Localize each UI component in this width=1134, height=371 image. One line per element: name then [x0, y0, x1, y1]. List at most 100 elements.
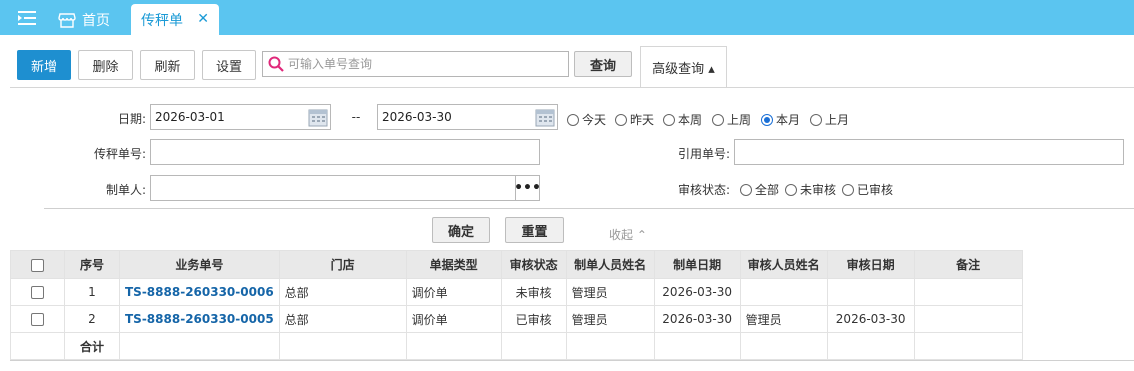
doc-type-cell: 调价单	[405, 305, 502, 333]
date-preset-label: 今天	[582, 113, 607, 127]
date-preset-label: 本月	[776, 113, 801, 127]
reset-button[interactable]: 重置	[505, 217, 564, 243]
search-input[interactable]	[288, 57, 558, 71]
delete-button[interactable]: 删除	[78, 50, 133, 80]
date-preset-this-week[interactable]: 本周	[663, 111, 702, 128]
date-label: 日期:	[117, 112, 146, 126]
menu-toggle-icon[interactable]	[18, 10, 38, 26]
column-header[interactable]: 审核人员姓名	[739, 250, 828, 279]
radio-circle	[761, 113, 773, 126]
total-empty-cell	[119, 332, 280, 360]
creator-cell: 管理员	[565, 305, 655, 333]
row-select-cell[interactable]	[10, 278, 65, 306]
audit-date-cell	[826, 278, 915, 306]
row-select-cell[interactable]	[10, 305, 65, 333]
store-icon	[58, 11, 76, 29]
creator-label: 制单人:	[105, 183, 146, 197]
refresh-button[interactable]: 刷新	[140, 50, 195, 80]
column-header[interactable]: 制单人员姓名	[565, 250, 655, 279]
date-from-field[interactable]: 2026-03-01	[150, 104, 331, 130]
search-icon	[268, 56, 284, 72]
radio-circle	[663, 113, 675, 126]
table-row[interactable]: 1 TS-8888-260330-0006 总部 调价单 未审核 管理员 202…	[10, 278, 1023, 306]
date-preset-yesterday[interactable]: 昨天	[615, 111, 654, 128]
store-cell: 总部	[278, 305, 407, 333]
date-preset-this-month[interactable]: 本月	[761, 111, 800, 128]
row-index: 1	[64, 278, 120, 306]
total-empty-cell	[405, 332, 502, 360]
order-no-label: 传秤单号:	[93, 147, 146, 161]
table-total-row: 合计	[10, 332, 1023, 360]
column-header[interactable]: 备注	[913, 250, 1023, 279]
audit-status-label: 审核状态:	[677, 183, 730, 197]
audit-option-unaudited[interactable]: 未审核	[785, 181, 836, 198]
filter-divider	[44, 208, 1134, 209]
audit-option-audited[interactable]: 已审核	[842, 181, 893, 198]
date-preset-label: 上周	[727, 113, 752, 127]
audit-option-label: 全部	[755, 183, 780, 197]
order-number-link[interactable]: TS-8888-260330-0006	[119, 278, 280, 306]
radio-circle	[712, 113, 724, 126]
auditor-cell	[739, 278, 828, 306]
top-bar: 首页 传秤单 ✕	[0, 0, 1134, 35]
column-header[interactable]: 门店	[278, 250, 407, 279]
tab-active-label: 传秤单	[141, 12, 183, 29]
column-header[interactable]: 业务单号	[119, 250, 280, 279]
advanced-query-tab[interactable]: 高级查询 ▴	[640, 46, 727, 88]
select-all-checkbox[interactable]	[31, 258, 44, 272]
table-row[interactable]: 2 TS-8888-260330-0005 总部 调价单 已审核 管理员 202…	[10, 305, 1023, 333]
search-box	[262, 51, 569, 77]
tab-home-label: 首页	[82, 12, 110, 29]
total-empty-cell	[10, 332, 65, 360]
column-header[interactable]: 审核状态	[500, 250, 567, 279]
column-header[interactable]: 序号	[64, 250, 120, 279]
date-to-field[interactable]: 2026-03-30	[377, 104, 558, 130]
audit-status-cell: 已审核	[500, 305, 567, 333]
total-empty-cell	[739, 332, 828, 360]
radio-circle	[842, 183, 854, 196]
column-header[interactable]: 审核日期	[826, 250, 915, 279]
total-empty-cell	[913, 332, 1023, 360]
row-checkbox[interactable]	[31, 286, 44, 299]
audit-status-cell: 未审核	[500, 278, 567, 306]
settings-button[interactable]: 设置	[202, 50, 256, 80]
grid-bottom-border	[10, 360, 1134, 361]
date-preset-last-month[interactable]: 上月	[810, 111, 849, 128]
add-button[interactable]: 新增	[17, 50, 71, 80]
date-preset-today[interactable]: 今天	[567, 111, 606, 128]
toolbar-divider	[10, 87, 1134, 88]
audit-option-label: 未审核	[800, 183, 837, 197]
audit-option-label: 已审核	[857, 183, 894, 197]
radio-circle	[615, 113, 627, 126]
total-empty-cell	[826, 332, 915, 360]
total-label: 合计	[64, 332, 120, 360]
creator-field[interactable]: •••	[150, 175, 541, 201]
radio-circle	[740, 183, 752, 196]
column-header[interactable]: 制单日期	[653, 250, 741, 279]
table-header-row: 序号 业务单号 门店 单据类型 审核状态 制单人员姓名 制单日期 审核人员姓名 …	[10, 250, 1023, 279]
close-icon[interactable]: ✕	[197, 11, 209, 27]
query-button[interactable]: 查询	[574, 51, 632, 77]
total-empty-cell	[565, 332, 655, 360]
date-preset-last-week[interactable]: 上周	[712, 111, 751, 128]
more-options-button[interactable]: •••	[514, 176, 541, 200]
confirm-button[interactable]: 确定	[432, 217, 490, 243]
date-preset-label: 本周	[678, 113, 703, 127]
column-header[interactable]: 单据类型	[405, 250, 502, 279]
row-checkbox[interactable]	[31, 313, 44, 326]
total-empty-cell	[278, 332, 407, 360]
order-no-input[interactable]	[150, 139, 540, 165]
date-from-value: 2026-03-01	[155, 110, 225, 124]
calendar-icon[interactable]	[535, 108, 555, 127]
total-empty-cell	[653, 332, 741, 360]
tab-home[interactable]: 首页	[58, 4, 118, 35]
tab-transfer-scale[interactable]: 传秤单 ✕	[131, 4, 219, 35]
select-all-cell[interactable]	[10, 250, 65, 279]
collapse-link[interactable]: 收起 ⌃	[609, 226, 647, 243]
audit-date-cell: 2026-03-30	[826, 305, 915, 333]
creator-cell: 管理员	[565, 278, 655, 306]
ref-no-input[interactable]	[734, 139, 1124, 165]
order-number-link[interactable]: TS-8888-260330-0005	[119, 305, 280, 333]
audit-option-all[interactable]: 全部	[740, 181, 779, 198]
calendar-icon[interactable]	[308, 108, 328, 127]
